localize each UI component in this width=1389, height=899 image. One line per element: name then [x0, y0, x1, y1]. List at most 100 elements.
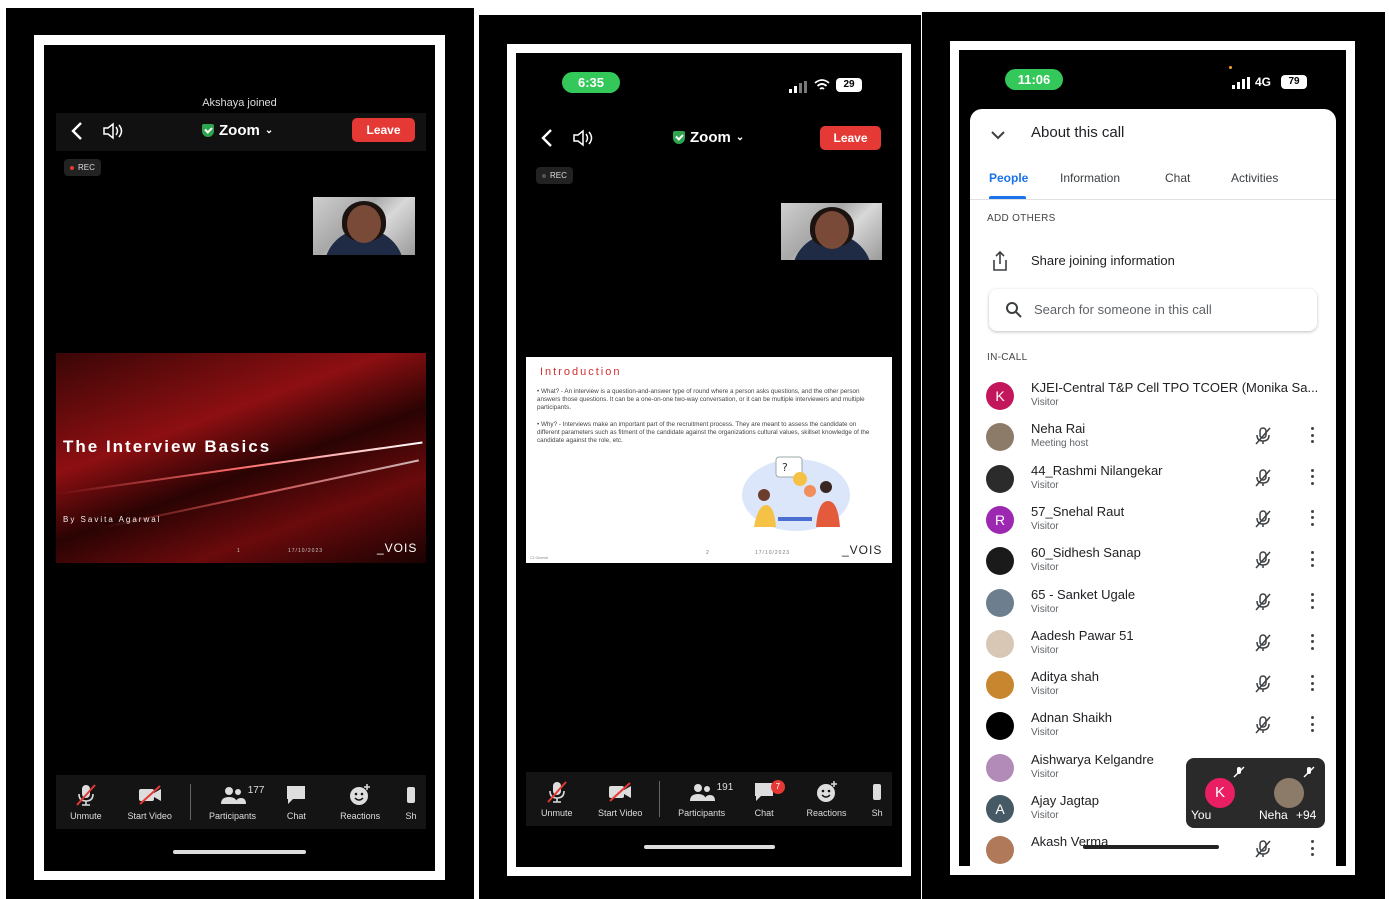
chat-button[interactable]: 7 Chat — [737, 780, 791, 826]
rec-dot-icon — [70, 165, 74, 170]
participant-role: Visitor — [1031, 397, 1059, 408]
speaker-video-thumbnail[interactable] — [313, 197, 415, 255]
toolbar-divider — [189, 784, 191, 820]
slide-page: 1 — [237, 548, 240, 554]
signal-icon — [1232, 76, 1250, 89]
participant-role: Visitor — [1031, 520, 1059, 532]
meeting-toolbar: Unmute Start Video 177 Participants Chat… — [56, 775, 426, 829]
reactions-button[interactable]: Reactions — [324, 783, 396, 829]
more-options-icon[interactable] — [1310, 592, 1314, 609]
participant-row[interactable]: 44_Rashmi Nilangekar Visitor — [986, 461, 1326, 502]
slide-title: The Interview Basics — [63, 437, 272, 456]
slide-bullet-what-text: What? - An interview is a question-and-a… — [537, 388, 865, 411]
unmute-button[interactable]: Unmute — [56, 783, 116, 829]
more-options-icon[interactable] — [1310, 675, 1314, 692]
speaker-video-thumbnail[interactable] — [781, 203, 882, 260]
share-label: Sh — [871, 808, 883, 818]
participants-label: Participants — [209, 811, 257, 821]
time-pill: 6:35 — [562, 72, 620, 93]
participant-row[interactable]: Neha Rai Meeting host — [986, 419, 1326, 460]
more-options-icon[interactable] — [1310, 551, 1314, 568]
chevron-down-icon: ⌄ — [735, 132, 745, 143]
share-label: Sh — [405, 811, 417, 821]
participant-row[interactable]: K KJEI-Central T&P Cell TPO TCOER (Monika… — [986, 378, 1326, 419]
participant-avatar — [986, 464, 1014, 493]
participant-row[interactable]: Aadesh Pawar 51 Visitor — [986, 626, 1326, 667]
vois-logo: _VOIS — [842, 543, 883, 557]
more-options-icon[interactable] — [1310, 633, 1314, 650]
pip-mic-off-icon — [1233, 765, 1245, 778]
shared-slide-1: The Interview Basics By Savita Agarwal 1… — [56, 353, 426, 563]
pip-more-count: +94 — [1296, 808, 1317, 822]
more-options-icon[interactable] — [1310, 840, 1314, 857]
meeting-title[interactable]: Zoom ⌄ — [673, 129, 744, 146]
rec-badge: REC — [64, 159, 101, 176]
participant-name: Aditya shah — [1031, 669, 1099, 685]
participant-role: Visitor — [1031, 686, 1059, 698]
participant-row[interactable]: Adnan Shaikh Visitor — [986, 708, 1326, 749]
participants-button[interactable]: 177 Participants — [197, 783, 269, 829]
participant-row[interactable]: Aditya shah Visitor — [986, 667, 1326, 708]
slide-date: 17/10/2023 — [288, 548, 324, 554]
pip-overlay[interactable]: K You Neha +94 — [1186, 758, 1325, 828]
zoom-screen-1: Akshaya joined Zoom ⌄ Leave REC The Inte… — [44, 45, 435, 871]
pip-you-avatar: K — [1205, 778, 1235, 808]
signal-icon — [789, 80, 807, 93]
share-button[interactable]: Sh — [396, 783, 426, 829]
share-button[interactable]: Sh — [862, 780, 892, 826]
participant-row[interactable]: 65 - Sanket Ugale Visitor — [986, 585, 1326, 626]
participant-avatar: R — [986, 505, 1014, 534]
wifi-icon — [814, 78, 830, 92]
svg-text:?: ? — [782, 461, 788, 474]
battery-indicator: 29 — [836, 78, 862, 92]
participant-row[interactable]: R 57_Snehal Raut Visitor — [986, 502, 1326, 543]
home-indicator[interactable] — [173, 850, 306, 854]
participant-name: Aishwarya Kelgandre — [1031, 751, 1154, 767]
more-options-icon[interactable] — [1310, 509, 1314, 526]
chat-button[interactable]: Chat — [268, 783, 324, 829]
participant-name: 60_Sidhesh Sanap — [1031, 545, 1141, 561]
pip-neha-label: Neha — [1259, 808, 1288, 822]
rec-label: REC — [550, 171, 567, 180]
reactions-icon — [815, 780, 839, 804]
start-video-button[interactable]: Start Video — [587, 780, 652, 826]
reactions-label: Reactions — [340, 811, 381, 821]
participant-role: Meeting host — [1031, 438, 1089, 450]
home-indicator[interactable] — [644, 845, 775, 849]
back-icon[interactable] — [540, 128, 554, 148]
toolbar-divider — [658, 781, 660, 817]
start-video-button[interactable]: Start Video — [116, 783, 184, 829]
more-options-icon[interactable] — [1310, 716, 1314, 733]
speaker-icon[interactable] — [572, 128, 596, 148]
zoom-screen-2: 6:35 29 Zoom ⌄ Leave REC Introduction • … — [516, 53, 902, 867]
slide-footer-left: C2 General — [530, 556, 548, 560]
reactions-button[interactable]: Reactions — [791, 780, 862, 826]
participant-name: 57_Snehal Raut — [1031, 503, 1125, 519]
more-options-icon[interactable] — [1310, 468, 1314, 485]
more-options-icon[interactable] — [1310, 427, 1314, 444]
participant-avatar: A — [986, 795, 1014, 823]
home-indicator[interactable] — [1083, 845, 1219, 849]
mic-off-icon — [1254, 634, 1272, 652]
reactions-label: Reactions — [806, 808, 847, 818]
participant-row[interactable]: Akash Verma — [986, 832, 1326, 866]
speaker-icon[interactable] — [102, 121, 126, 141]
reactions-icon — [348, 783, 372, 807]
about-call-sheet: About this call People Information Chat … — [970, 109, 1336, 866]
slide-bullet-why-text: Why? - Interviews make an important part… — [537, 421, 870, 444]
participants-count: 191 — [716, 782, 734, 793]
mic-off-icon — [1254, 716, 1272, 734]
slide-page: 2 — [706, 550, 709, 556]
participant-row[interactable]: 60_Sidhesh Sanap Visitor — [986, 543, 1326, 584]
participants-button[interactable]: 191 Participants — [666, 780, 737, 826]
leave-button[interactable]: Leave — [820, 126, 881, 150]
time-pill: 11:06 — [1005, 69, 1063, 90]
mic-off-icon — [75, 783, 97, 807]
start-video-label: Start Video — [127, 811, 172, 821]
unmute-button[interactable]: Unmute — [526, 780, 587, 826]
share-icon — [407, 783, 416, 807]
back-icon[interactable] — [70, 121, 84, 141]
meeting-title[interactable]: Zoom ⌄ — [202, 122, 273, 139]
participant-name: Adnan Shaikh — [1031, 710, 1112, 726]
leave-button[interactable]: Leave — [352, 118, 415, 142]
